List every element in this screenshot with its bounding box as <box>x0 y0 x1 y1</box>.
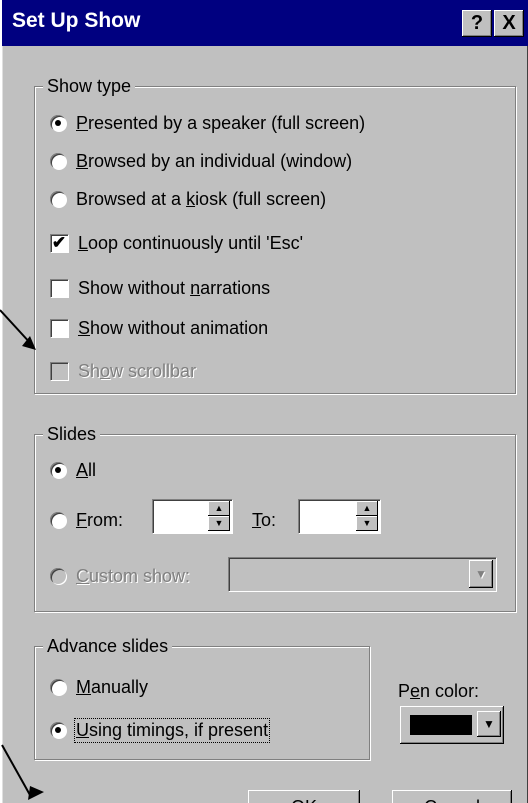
pen-color-swatch <box>410 715 472 735</box>
radio-browsed-by-individual[interactable]: Browsed by an individual (window) <box>50 148 352 174</box>
dialog-title: Set Up Show <box>12 9 141 32</box>
set-up-show-dialog: Set Up Show ? X Show type Presented by a… <box>2 0 528 803</box>
chevron-down-icon: ▼ <box>469 560 493 588</box>
checkbox-show-without-animation[interactable]: Show without animation <box>50 315 268 341</box>
chevron-down-icon[interactable]: ▼ <box>477 711 501 737</box>
from-slide-spinner[interactable]: ▲ ▼ <box>152 499 232 533</box>
cancel-button[interactable]: Cancel <box>392 790 512 803</box>
radio-slides-from[interactable]: From: <box>50 507 123 533</box>
slides-legend: Slides <box>43 423 101 445</box>
custom-show-dropdown: ▼ <box>228 557 496 591</box>
radio-presented-by-speaker[interactable]: Presented by a speaker (full screen) <box>50 110 365 136</box>
title-bar: Set Up Show ? X <box>2 0 528 46</box>
to-label: To: <box>252 509 277 530</box>
checkbox-icon[interactable] <box>50 279 68 297</box>
radio-custom-show: Custom show: <box>50 563 190 589</box>
radio-button-icon[interactable] <box>50 153 66 169</box>
radio-button-icon[interactable] <box>50 722 66 738</box>
radio-slides-all[interactable]: All <box>50 457 96 483</box>
radio-button-icon[interactable] <box>50 679 66 695</box>
spin-down-icon[interactable]: ▼ <box>208 516 230 531</box>
to-slide-spinner[interactable]: ▲ ▼ <box>298 499 380 533</box>
show-type-legend: Show type <box>43 75 136 97</box>
advance-slides-legend: Advance slides <box>43 635 173 657</box>
help-button[interactable]: ? <box>462 10 492 37</box>
checkbox-show-scrollbar: Show scrollbar <box>50 358 196 384</box>
radio-browsed-at-kiosk[interactable]: Browsed at a kiosk (full screen) <box>50 186 326 212</box>
checkbox-show-without-narrations[interactable]: Show without narrations <box>50 275 270 301</box>
close-button[interactable]: X <box>494 10 524 37</box>
pen-color-picker[interactable]: ▼ <box>400 706 504 744</box>
spin-down-icon[interactable]: ▼ <box>356 516 378 531</box>
checkbox-icon[interactable] <box>50 319 68 337</box>
radio-button-icon[interactable] <box>50 191 66 207</box>
checkbox-icon <box>50 362 68 380</box>
pen-color-label: Pen color: <box>398 680 480 701</box>
radio-manually[interactable]: Manually <box>50 674 148 700</box>
spin-up-icon[interactable]: ▲ <box>356 501 378 516</box>
ok-button[interactable]: OK <box>248 790 360 803</box>
radio-using-timings[interactable]: Using timings, if present <box>50 717 271 743</box>
radio-button-icon <box>50 568 66 584</box>
radio-button-icon[interactable] <box>50 512 66 528</box>
radio-button-icon[interactable] <box>50 462 66 478</box>
spin-up-icon[interactable]: ▲ <box>208 501 230 516</box>
checkbox-loop-continuously[interactable]: ✔ Loop continuously until 'Esc' <box>50 230 303 256</box>
radio-button-icon[interactable] <box>50 115 66 131</box>
checkmark-icon[interactable]: ✔ <box>50 234 68 252</box>
